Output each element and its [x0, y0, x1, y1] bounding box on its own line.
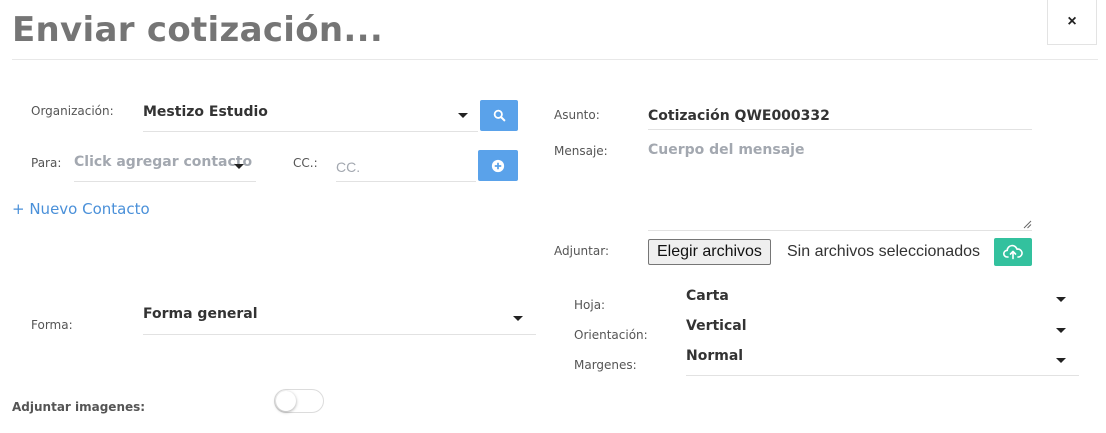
- add-cc-button[interactable]: [478, 150, 518, 181]
- asunto-underline: [648, 129, 1032, 130]
- margenes-select[interactable]: Normal: [686, 343, 1079, 375]
- resize-grip-icon[interactable]: [1023, 220, 1032, 229]
- para-label: Para:: [31, 156, 62, 170]
- forma-label: Forma:: [31, 318, 73, 332]
- cc-underline: [336, 181, 476, 182]
- para-placeholder: Click agregar contacto: [74, 154, 253, 170]
- organizacion-value: Mestizo Estudio: [143, 104, 268, 120]
- adjuntar-imagenes-toggle[interactable]: [274, 389, 324, 413]
- orientacion-value: Vertical: [686, 318, 747, 334]
- hoja-value: Carta: [686, 288, 729, 304]
- organizacion-underline: [143, 131, 478, 132]
- chevron-down-icon: [1056, 297, 1066, 302]
- close-icon: ×: [1067, 13, 1077, 30]
- mensaje-textarea[interactable]: Cuerpo del mensaje: [648, 136, 1032, 231]
- asunto-label: Asunto:: [554, 108, 600, 122]
- upload-button[interactable]: [994, 238, 1032, 266]
- margenes-underline: [686, 375, 1079, 376]
- cc-placeholder: CC.: [336, 159, 361, 175]
- orientacion-label: Orientación:: [574, 328, 648, 342]
- hoja-label: Hoja:: [574, 298, 606, 312]
- para-underline: [74, 181, 256, 182]
- margenes-value: Normal: [686, 348, 744, 364]
- margenes-label: Margenes:: [574, 358, 637, 372]
- orientacion-select[interactable]: Vertical: [686, 313, 1079, 343]
- adjuntar-imagenes-label: Adjuntar imagenes:: [12, 400, 146, 414]
- cc-label: CC.:: [293, 156, 318, 170]
- elegir-archivos-button[interactable]: Elegir archivos: [648, 239, 771, 265]
- asunto-input[interactable]: Cotización QWE000332: [648, 100, 1032, 130]
- search-organizacion-button[interactable]: [480, 100, 518, 131]
- forma-select[interactable]: Forma general: [143, 298, 536, 334]
- chevron-down-icon: [1056, 328, 1066, 333]
- chevron-down-icon: [458, 113, 468, 118]
- organizacion-label: Organización:: [31, 104, 114, 118]
- chevron-down-icon: [234, 164, 244, 169]
- modal-title: Enviar cotización...: [12, 10, 384, 50]
- archivos-status: Sin archivos seleccionados: [787, 243, 980, 260]
- cc-input[interactable]: CC.: [336, 150, 476, 182]
- close-button[interactable]: ×: [1047, 0, 1097, 45]
- toggle-knob: [276, 391, 296, 411]
- organizacion-select[interactable]: Mestizo Estudio: [143, 96, 478, 132]
- search-icon: [493, 109, 505, 122]
- cloud-upload-icon: [1003, 244, 1023, 260]
- forma-value: Forma general: [143, 306, 258, 322]
- mensaje-label: Mensaje:: [554, 144, 608, 158]
- chevron-down-icon: [513, 316, 523, 321]
- mensaje-placeholder: Cuerpo del mensaje: [648, 142, 805, 158]
- asunto-value: Cotización QWE000332: [648, 108, 830, 124]
- forma-underline: [143, 334, 536, 335]
- para-select[interactable]: Click agregar contacto: [74, 148, 256, 182]
- plus-circle-icon: [491, 159, 505, 172]
- adjuntar-label: Adjuntar:: [554, 244, 609, 258]
- hoja-select[interactable]: Carta: [686, 283, 1079, 313]
- nuevo-contacto-link[interactable]: + Nuevo Contacto: [12, 200, 150, 218]
- chevron-down-icon: [1056, 358, 1066, 363]
- header-divider: [12, 59, 1098, 60]
